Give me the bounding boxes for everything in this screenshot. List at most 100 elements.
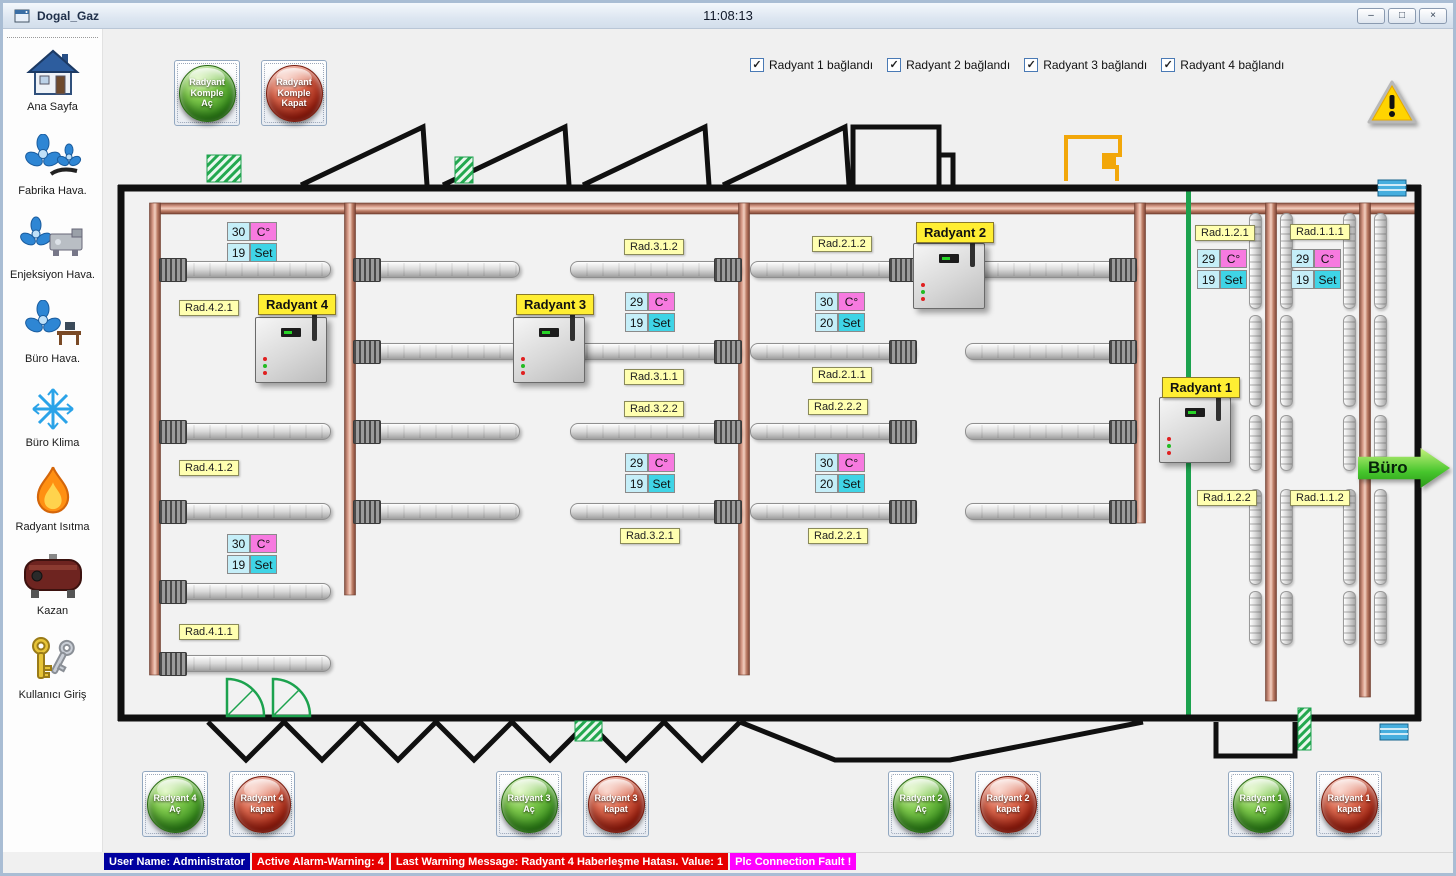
temp-unit-label: C° [838, 453, 865, 472]
cabinet-leds [921, 283, 925, 301]
temp-setpoint-label: Set [1314, 270, 1341, 289]
checkbox-box[interactable]: ✓ [750, 58, 764, 72]
temp-unit-label: C° [648, 292, 675, 311]
sidebar-item-label: Kullanıcı Giriş [19, 690, 87, 702]
sidebar-item-radyant-isitma[interactable]: Radyant Isıtma [3, 464, 102, 548]
temp-actual-value: 30 [815, 292, 838, 311]
minimize-button[interactable]: – [1357, 8, 1385, 24]
alarm-warning-icon[interactable] [1367, 79, 1417, 130]
radiant-unit-label: Radyant 1 [1162, 377, 1240, 398]
sidebar-item-label: Fabrika Hava. [18, 186, 86, 198]
app-icon [13, 8, 31, 24]
temperature-readout: 29C°19Set [1197, 249, 1247, 289]
temp-setpoint-label: Set [1220, 270, 1247, 289]
status-led [521, 364, 525, 368]
sidebar-item-kazan[interactable]: Kazan [3, 548, 102, 632]
heater-burner-box [159, 500, 187, 524]
wall-radiator-panel [1374, 489, 1387, 585]
master-komple-kapat-button[interactable]: RadyantKompleKapat [261, 60, 327, 126]
status-led [263, 371, 267, 375]
checkbox-radyant-1-baglandi[interactable]: ✓Radyant 1 bağlandı [750, 58, 873, 72]
temp-setpoint-value: 19 [625, 474, 648, 493]
radiant-control-cabinet [1159, 397, 1231, 463]
radiant-branch-label: Rad.2.2.2 [808, 399, 868, 415]
button-label-line: Aç [201, 98, 213, 109]
temp-unit-label: C° [648, 453, 675, 472]
heater-burner-box [889, 420, 917, 444]
temperature-readout: 30C°19Set [227, 534, 277, 574]
temperature-readout: 30C°20Set [815, 453, 865, 493]
temp-setpoint-label: Set [648, 313, 675, 332]
temp-actual-row: 29C° [625, 292, 675, 311]
fan-desk-icon [23, 296, 83, 354]
checkbox-box[interactable]: ✓ [1024, 58, 1038, 72]
radyant-2-ac-button[interactable]: Radyant 2Aç [888, 771, 954, 837]
radyant-3-kapat-button[interactable]: Radyant 3kapat [583, 771, 649, 837]
button-face: Radyant 3kapat [588, 776, 645, 833]
temp-actual-row: 30C° [815, 453, 865, 472]
wall-radiator-panel [1249, 415, 1262, 471]
sidebar-item-enjeksiyon-hava[interactable]: Enjeksiyon Hava. [3, 212, 102, 296]
sidebar-item-kullanici-giris[interactable]: Kullanıcı Giriş [3, 632, 102, 716]
checkbox-radyant-2-baglandi[interactable]: ✓Radyant 2 bağlandı [887, 58, 1010, 72]
radiant-control-cabinet [513, 317, 585, 383]
checkbox-radyant-4-baglandi[interactable]: ✓Radyant 4 bağlandı [1161, 58, 1284, 72]
temp-setpoint-row: 19Set [227, 243, 277, 262]
checkbox-box[interactable]: ✓ [887, 58, 901, 72]
wall-radiator-panel [1343, 591, 1356, 645]
close-button[interactable]: × [1419, 8, 1447, 24]
button-label-line: Radyant 2 [986, 793, 1029, 804]
status-bar: User Name: AdministratorActive Alarm-War… [104, 852, 1453, 870]
radiant-tube-heater [570, 261, 740, 278]
button-label-line: Aç [523, 804, 535, 815]
button-face: Radyant 4Aç [147, 776, 204, 833]
radiant-branch-label: Rad.4.2.1 [179, 300, 239, 316]
button-face: Radyant 4kapat [234, 776, 291, 833]
button-label-line: Komple [277, 88, 310, 99]
status-led [1167, 444, 1171, 448]
sidebar-item-label: Ana Sayfa [27, 102, 78, 114]
sidebar-items: Ana Sayfa Fabrika Hava. Enjeksiyon Hava. Bü… [3, 44, 102, 716]
sidebar-item-buro-klima[interactable]: Büro Klima [3, 380, 102, 464]
heater-burner-box [159, 580, 187, 604]
sidebar-item-ana-sayfa[interactable]: Ana Sayfa [3, 44, 102, 128]
sidebar-item-buro-hava[interactable]: Büro Hava. [3, 296, 102, 380]
temp-actual-row: 30C° [227, 534, 277, 553]
wall-radiator-panel [1280, 591, 1293, 645]
radyant-2-kapat-button[interactable]: Radyant 2kapat [975, 771, 1041, 837]
radiant-unit-label: Radyant 3 [516, 294, 594, 315]
connection-checkbox-row: ✓Radyant 1 bağlandı ✓Radyant 2 bağlandı ✓R… [750, 58, 1284, 72]
sidebar-item-fabrika-hava[interactable]: Fabrika Hava. [3, 128, 102, 212]
temperature-readout: 29C°19Set [625, 453, 675, 493]
radyant-1-kapat-button[interactable]: Radyant 1kapat [1316, 771, 1382, 837]
temp-actual-value: 30 [227, 534, 250, 553]
status-led [263, 364, 267, 368]
keys-icon [25, 632, 81, 690]
radiant-tube-heater [750, 423, 915, 440]
app-window: Rad.4.2.1Rad.4.1.2Rad.4.1.1Rad.3.1.2Rad.… [0, 0, 1456, 876]
master-komple-ac-button[interactable]: RadyantKompleAç [174, 60, 240, 126]
temperature-readout: 30C°19Set [227, 222, 277, 262]
temp-unit-label: C° [250, 534, 277, 553]
radyant-3-ac-button[interactable]: Radyant 3Aç [496, 771, 562, 837]
maximize-button[interactable]: □ [1388, 8, 1416, 24]
buro-nav-arrow[interactable]: Büro [1358, 448, 1450, 488]
radiant-tube-heater [355, 343, 520, 360]
sidebar-item-label: Enjeksiyon Hava. [10, 270, 95, 282]
button-label-line: Radyant [189, 77, 225, 88]
cabinet-display [539, 328, 559, 337]
temp-unit-label: C° [1314, 249, 1341, 268]
radyant-4-ac-button[interactable]: Radyant 4Aç [142, 771, 208, 837]
temp-setpoint-label: Set [838, 313, 865, 332]
radyant-1-ac-button[interactable]: Radyant 1Aç [1228, 771, 1294, 837]
wall-radiator-panel [1374, 315, 1387, 407]
checkbox-radyant-3-baglandi[interactable]: ✓Radyant 3 bağlandı [1024, 58, 1147, 72]
sidebar: Ana Sayfa Fabrika Hava. Enjeksiyon Hava. Bü… [3, 29, 103, 852]
cabinet-display [939, 254, 959, 263]
sidebar-item-label: Radyant Isıtma [16, 522, 90, 534]
button-face: Radyant 1kapat [1321, 776, 1378, 833]
wall-radiator-panel [1374, 213, 1387, 309]
checkbox-box[interactable]: ✓ [1161, 58, 1175, 72]
radyant-4-kapat-button[interactable]: Radyant 4kapat [229, 771, 295, 837]
radiant-branch-label: Rad.4.1.1 [179, 624, 239, 640]
